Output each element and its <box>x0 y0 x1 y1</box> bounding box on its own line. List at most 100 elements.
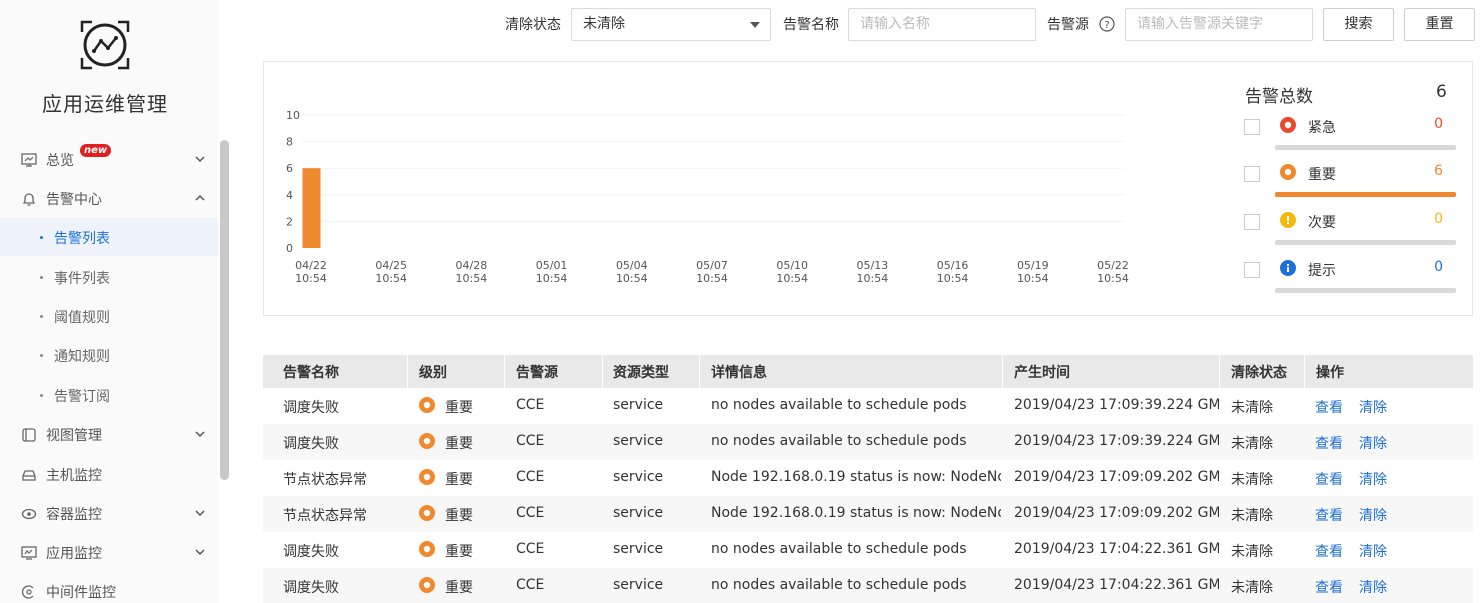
major-icon <box>419 505 435 521</box>
sidebar-scrollbar[interactable] <box>220 140 229 480</box>
sidebar-subitem-event-list[interactable]: 事件列表 <box>0 258 218 296</box>
new-badge: new <box>80 144 112 157</box>
table-row[interactable]: 调度失败 重要 CCE service no nodes available to sc… <box>263 568 1473 603</box>
middleware-icon <box>21 585 34 599</box>
x-tick-label: 05/16 <box>937 259 969 272</box>
view-link[interactable]: 查看 <box>1315 433 1343 453</box>
view-link[interactable]: 查看 <box>1315 577 1343 597</box>
cell-resource-type: service <box>613 433 664 449</box>
col-header-status[interactable]: 清除状态 <box>1231 362 1287 382</box>
legend-item-info[interactable]: 提示 0 <box>1244 256 1459 302</box>
legend-count: 0 <box>1434 211 1443 227</box>
alarm-bar-chart: 024681004/2210:5404/2510:5404/2810:5405/… <box>286 109 1129 285</box>
table-row[interactable]: 节点状态异常 重要 CCE service Node 192.168.0.19 stat… <box>263 496 1473 532</box>
clear-link[interactable]: 清除 <box>1359 541 1387 561</box>
legend-label: 提示 <box>1308 263 1336 279</box>
alarm-name-input[interactable]: 请输入名称 <box>848 8 1036 41</box>
x-tick-label: 10:54 <box>1097 272 1129 285</box>
sidebar-subitem-label: 阈值规则 <box>54 310 110 326</box>
reset-button[interactable]: 重置 <box>1404 8 1475 41</box>
alarm-source-input[interactable]: 请输入告警源关键字 <box>1125 8 1313 41</box>
sidebar-item-overview[interactable]: 总览 new <box>0 140 218 178</box>
major-icon <box>419 541 435 557</box>
chevron-up-icon <box>195 194 205 201</box>
clear-link[interactable]: 清除 <box>1359 433 1387 453</box>
sidebar-item-label: 中间件监控 <box>46 585 116 601</box>
sidebar-item-label: 容器监控 <box>46 507 102 523</box>
clear-status-value: 未清除 <box>583 16 625 32</box>
bullet-dot <box>40 394 43 397</box>
bell-icon <box>22 193 36 206</box>
sidebar-item-view-management[interactable]: 视图管理 <box>0 415 218 453</box>
legend-checkbox[interactable] <box>1244 262 1260 278</box>
sidebar-subitem-threshold-rules[interactable]: 阈值规则 <box>0 297 218 335</box>
app-monitor-icon <box>21 546 37 560</box>
table-row[interactable]: 调度失败 重要 CCE service no nodes available to sc… <box>263 424 1473 460</box>
sidebar-subitem-alarm-subscription[interactable]: 告警订阅 <box>0 376 218 414</box>
table-row[interactable]: 调度失败 重要 CCE service no nodes available to sc… <box>263 532 1473 568</box>
view-link[interactable]: 查看 <box>1315 541 1343 561</box>
cell-time: 2019/04/23 17:09:39.224 GM... <box>1014 397 1219 413</box>
caret-down-icon <box>750 22 760 28</box>
legend-item-major[interactable]: 重要 6 <box>1244 160 1459 206</box>
major-icon <box>419 577 435 593</box>
cell-resource-type: service <box>613 541 664 557</box>
cell-alarm-name: 调度失败 <box>283 544 339 560</box>
cell-resource-type: service <box>613 469 664 485</box>
col-header-time[interactable]: 产生时间 <box>1014 362 1070 382</box>
cell-detail: no nodes available to schedule pods <box>711 577 967 593</box>
clear-link[interactable]: 清除 <box>1359 577 1387 597</box>
sidebar-item-middleware-monitoring[interactable]: 中间件监控 <box>0 572 218 603</box>
column-divider <box>602 355 603 388</box>
sidebar-item-container-monitoring[interactable]: 容器监控 <box>0 494 218 532</box>
y-tick-label: 2 <box>286 215 293 228</box>
search-button[interactable]: 搜索 <box>1323 8 1394 41</box>
legend-checkbox[interactable] <box>1244 119 1260 135</box>
view-link[interactable]: 查看 <box>1315 469 1343 489</box>
sidebar-item-host-monitoring[interactable]: 主机监控 <box>0 455 218 493</box>
table-row[interactable]: 调度失败 重要 CCE service no nodes available to sc… <box>263 388 1473 424</box>
x-tick-label: 05/10 <box>776 259 808 272</box>
col-header-source[interactable]: 告警源 <box>516 362 558 382</box>
major-icon <box>1280 164 1296 180</box>
chevron-down-icon <box>195 431 205 438</box>
y-tick-label: 10 <box>286 109 300 122</box>
col-header-resource[interactable]: 资源类型 <box>613 362 669 382</box>
sidebar-subitem-label: 事件列表 <box>54 271 110 287</box>
clear-status-select[interactable]: 未清除 <box>571 8 771 41</box>
legend-progress-fill <box>1275 192 1456 197</box>
legend-progress-track <box>1275 240 1456 245</box>
cell-source: CCE <box>516 505 545 521</box>
legend-checkbox[interactable] <box>1244 166 1260 182</box>
cell-level: 重要 <box>445 508 473 524</box>
col-header-level[interactable]: 级别 <box>419 362 447 382</box>
sidebar-item-app-monitoring[interactable]: 应用监控 <box>0 533 218 571</box>
clear-link[interactable]: 清除 <box>1359 469 1387 489</box>
col-header-detail[interactable]: 详情信息 <box>711 362 767 382</box>
help-icon[interactable]: ? <box>1099 16 1115 32</box>
cell-level: 重要 <box>445 436 473 452</box>
cell-source: CCE <box>516 577 545 593</box>
cell-time: 2019/04/23 17:04:22.361 GM... <box>1014 541 1219 557</box>
svg-text:?: ? <box>1104 20 1109 31</box>
col-header-name[interactable]: 告警名称 <box>283 362 339 382</box>
legend-checkbox[interactable] <box>1244 214 1260 230</box>
cell-clear-status: 未清除 <box>1231 472 1273 488</box>
table-row[interactable]: 节点状态异常 重要 CCE service Node 192.168.0.19 stat… <box>263 460 1473 496</box>
view-link[interactable]: 查看 <box>1315 505 1343 525</box>
sidebar-subitem-label: 告警列表 <box>54 231 110 247</box>
major-icon <box>419 397 435 413</box>
table-header: 告警名称 级别 告警源 资源类型 详情信息 产生时间 清除状态 操作 <box>263 355 1473 388</box>
clear-link[interactable]: 清除 <box>1359 505 1387 525</box>
sidebar-item-alarm-center[interactable]: 告警中心 <box>0 179 218 217</box>
x-tick-label: 05/22 <box>1097 259 1129 272</box>
legend-item-critical[interactable]: 紧急 0 <box>1244 113 1459 159</box>
clear-link[interactable]: 清除 <box>1359 397 1387 417</box>
view-link[interactable]: 查看 <box>1315 397 1343 417</box>
x-tick-label: 10:54 <box>295 272 327 285</box>
legend-item-minor[interactable]: 次要 0 <box>1244 208 1459 254</box>
sidebar-subitem-alarm-list[interactable]: 告警列表 <box>0 218 218 256</box>
column-divider <box>504 355 505 388</box>
sidebar-subitem-notification-rules[interactable]: 通知规则 <box>0 336 218 374</box>
cell-clear-status: 未清除 <box>1231 580 1273 596</box>
